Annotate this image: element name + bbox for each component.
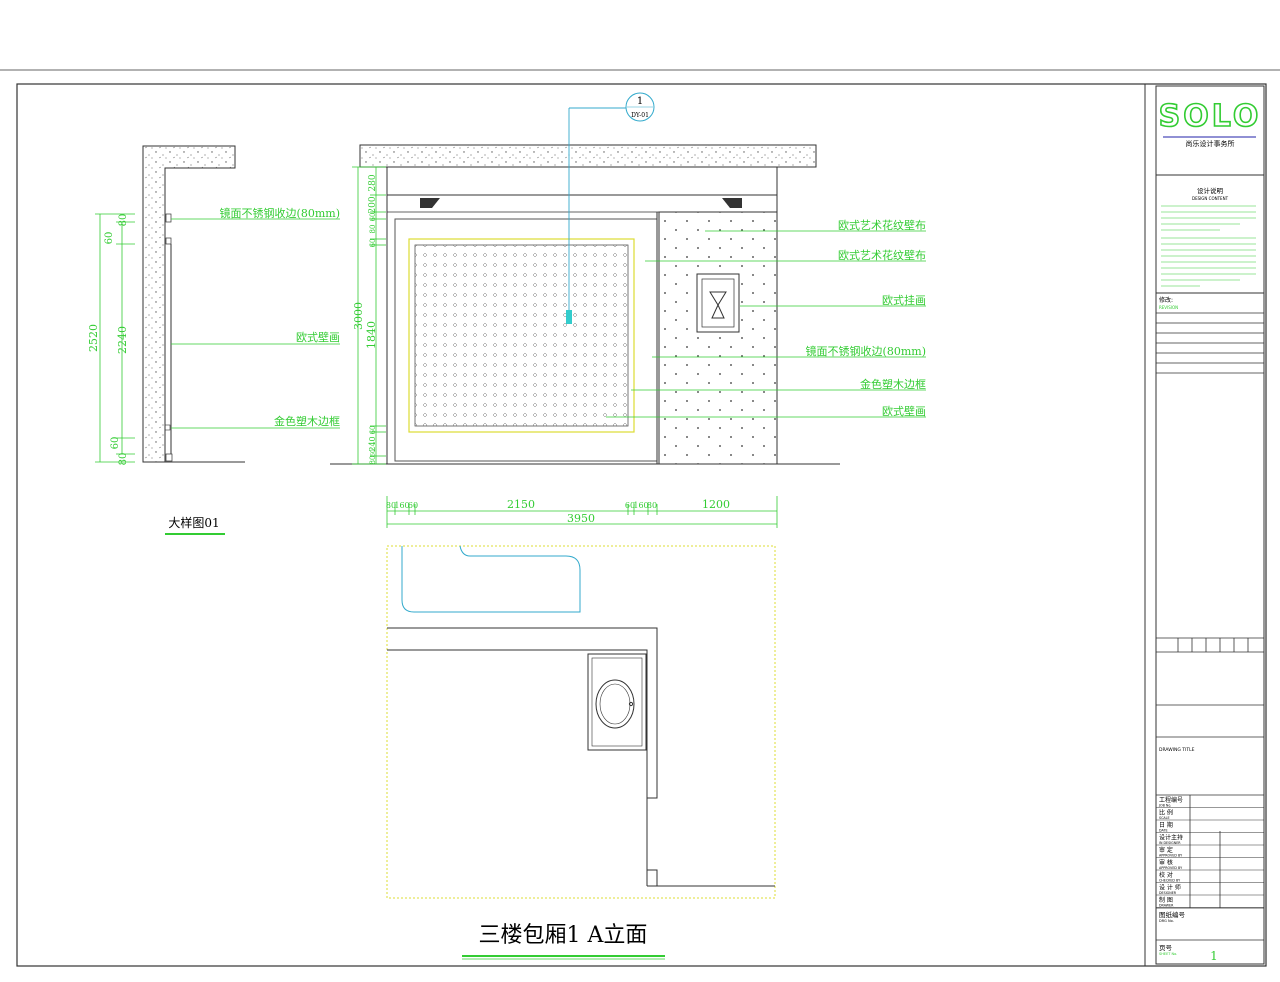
detail-label-trim: 镜面不锈钢收边(80mm): [220, 206, 340, 220]
elev-label-trim: 镜面不锈钢收边(80mm): [806, 344, 926, 358]
detail-dim-bot2: 80: [118, 453, 129, 466]
drawing-no-label: 图纸编号: [1159, 910, 1186, 919]
elev-hdim-total: 3950: [567, 512, 595, 525]
detail-label-mural: 欧式壁画: [296, 330, 340, 344]
title-block-row-sublabel: SCALE: [1159, 816, 1170, 820]
callout-ref: DY-01: [631, 112, 649, 119]
detail-title: 大样图01: [168, 515, 219, 530]
design-notes-body: [1161, 205, 1256, 287]
callout-number: 1: [637, 96, 643, 107]
sink-basin: [595, 679, 635, 729]
elevation-view: 1 DY-01 欧式艺术花纹壁布 欧式艺术花纹壁布 欧式挂画 镜面不锈钢收边(8…: [330, 92, 926, 528]
elev-dim-200: 200: [368, 196, 378, 213]
design-notes-title: 设计说明: [1197, 186, 1224, 195]
drawing-title: 三楼包厢1 A立面: [479, 923, 648, 948]
elev-dim-60c: 60: [369, 426, 377, 435]
revision-label: 修改:: [1159, 296, 1173, 304]
title-block-row-sublabel: JOB No.: [1158, 804, 1171, 808]
sheet-number: 1: [1210, 949, 1218, 963]
sheet-label: 页号: [1159, 944, 1173, 952]
title-block-row-sublabel: DATE: [1159, 829, 1168, 833]
detail-dim-top1: 80: [118, 214, 129, 227]
drawing-no-sub: DRG No.: [1159, 919, 1174, 923]
sheet-sub: SHEET No.: [1159, 952, 1177, 956]
detail-dim-mid: 2240: [116, 326, 129, 354]
title-block-row-sublabel: DRAWER: [1159, 904, 1174, 908]
drawing-sheet: SOLO 尚乐设计事务所 设计说明 DESIGN CONTENT 修改: REV…: [0, 69, 1280, 967]
firm-logo: SOLO: [1159, 99, 1262, 134]
plan-view: [386, 545, 776, 899]
elev-dim-60a: 60: [369, 213, 377, 222]
elev-dim-60b: 60: [369, 239, 377, 248]
elev-hdim-2150: 2150: [507, 498, 535, 511]
elev-dim-60d: 60: [370, 449, 377, 457]
elev-hdim-60: 60: [408, 501, 418, 510]
wall-painting: [696, 273, 740, 333]
design-notes-subtitle: DESIGN CONTENT: [1192, 196, 1229, 201]
title-block-row-sublabel: IN DESIGNER: [1159, 841, 1181, 845]
elev-label-mural: 欧式壁画: [882, 404, 926, 418]
detail-dim-total: 2520: [87, 324, 100, 352]
elev-dim-1840: 1840: [365, 321, 378, 349]
detail-label-frame: 金色塑木边框: [274, 414, 340, 428]
elev-hdim-1200: 1200: [702, 498, 730, 511]
elev-label-frame: 金色塑木边框: [860, 377, 926, 391]
title-block-row-sublabel: CHECKED BY: [1159, 879, 1181, 883]
title-block-row-sublabel: APPROVED BY: [1159, 866, 1183, 870]
elev-label-fabric-1: 欧式艺术花纹壁布: [838, 218, 926, 232]
detail-dim-bot1: 60: [110, 437, 121, 450]
elev-dim-80a: 80: [369, 225, 377, 234]
elev-label-painting: 欧式挂画: [882, 293, 926, 307]
revision-sub: REVISION: [1159, 305, 1178, 310]
detail-section: 2520 2240 80 60 60 80 镜面不锈钢收边(80mm) 欧式壁画…: [87, 145, 340, 535]
title-block-row-sublabel: DESIGNER: [1159, 891, 1177, 895]
drawing-title-label: DRAWING TITLE: [1159, 747, 1195, 753]
firm-name: 尚乐设计事务所: [1186, 139, 1235, 148]
title-block: SOLO 尚乐设计事务所 设计说明 DESIGN CONTENT 修改: REV…: [1144, 84, 1265, 966]
elev-label-fabric-2: 欧式艺术花纹壁布: [838, 248, 926, 262]
elev-dim-total: 3000: [352, 302, 365, 330]
elev-hdim-80b: 80: [647, 501, 657, 510]
title-block-row-sublabel: APPROVED BY: [1159, 854, 1183, 858]
elev-dim-280: 280: [368, 174, 378, 191]
detail-dim-top2: 60: [104, 232, 115, 245]
